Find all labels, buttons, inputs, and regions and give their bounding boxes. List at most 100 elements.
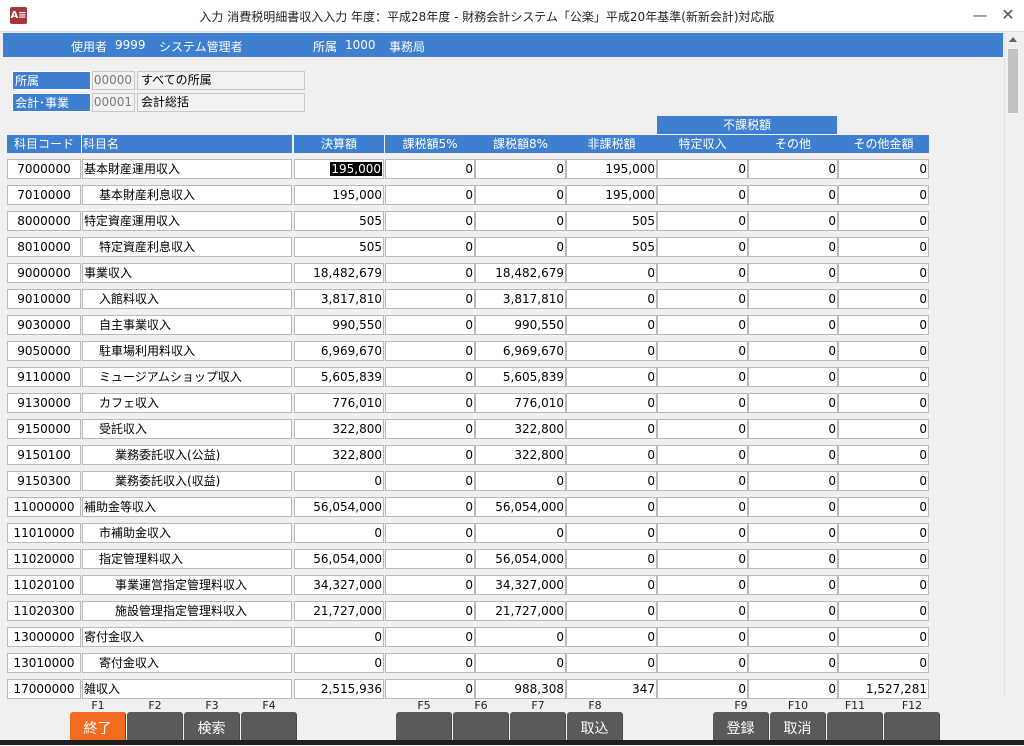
- cell-tax8[interactable]: 776,010: [475, 393, 566, 413]
- cell-tax5[interactable]: 0: [385, 367, 475, 387]
- cell-nontax[interactable]: 0: [566, 575, 657, 595]
- cell-tax8[interactable]: 21,727,000: [475, 601, 566, 621]
- cell-nontax[interactable]: 0: [566, 471, 657, 491]
- cell-specified-income[interactable]: 0: [657, 211, 748, 231]
- cell-specified-income[interactable]: 0: [657, 393, 748, 413]
- cell-other-amount[interactable]: 0: [838, 237, 929, 257]
- cell-nontax[interactable]: 0: [566, 601, 657, 621]
- cell-code[interactable]: 11010000: [7, 523, 81, 543]
- cell-nontax[interactable]: 0: [566, 653, 657, 673]
- cell-code[interactable]: 8010000: [7, 237, 81, 257]
- cell-name[interactable]: 業務委託収入(収益): [82, 471, 292, 491]
- cell-code[interactable]: 11020300: [7, 601, 81, 621]
- cell-specified-income[interactable]: 0: [657, 601, 748, 621]
- cell-tax8[interactable]: 0: [475, 471, 566, 491]
- cell-tax8[interactable]: 0: [475, 627, 566, 647]
- cell-tax8[interactable]: 0: [475, 653, 566, 673]
- cell-settlement[interactable]: 505: [294, 237, 384, 257]
- cell-nontax[interactable]: 0: [566, 445, 657, 465]
- cell-tax8[interactable]: 6,969,670: [475, 341, 566, 361]
- cell-other[interactable]: 0: [748, 601, 838, 621]
- filter-dept-code-input[interactable]: 00000: [92, 71, 135, 90]
- cell-settlement[interactable]: 18,482,679: [294, 263, 384, 283]
- cell-nontax[interactable]: 0: [566, 523, 657, 543]
- cell-code[interactable]: 11020000: [7, 549, 81, 569]
- cell-name[interactable]: 事業収入: [82, 263, 292, 283]
- cell-tax5[interactable]: 0: [385, 575, 475, 595]
- cell-specified-income[interactable]: 0: [657, 523, 748, 543]
- cell-name[interactable]: 基本財産運用収入: [82, 159, 292, 179]
- cell-specified-income[interactable]: 0: [657, 185, 748, 205]
- cell-tax8[interactable]: 5,605,839: [475, 367, 566, 387]
- cell-other[interactable]: 0: [748, 627, 838, 647]
- cell-settlement[interactable]: 3,817,810: [294, 289, 384, 309]
- cell-other[interactable]: 0: [748, 679, 838, 699]
- cell-other-amount[interactable]: 1,527,281: [838, 679, 929, 699]
- cell-specified-income[interactable]: 0: [657, 341, 748, 361]
- cell-settlement[interactable]: 56,054,000: [294, 497, 384, 517]
- cell-other[interactable]: 0: [748, 419, 838, 439]
- cell-tax8[interactable]: 18,482,679: [475, 263, 566, 283]
- cell-nontax[interactable]: 0: [566, 341, 657, 361]
- cell-name[interactable]: カフェ収入: [82, 393, 292, 413]
- cell-nontax[interactable]: 195,000: [566, 159, 657, 179]
- cell-other-amount[interactable]: 0: [838, 523, 929, 543]
- cell-other[interactable]: 0: [748, 237, 838, 257]
- cell-settlement[interactable]: 776,010: [294, 393, 384, 413]
- cell-other[interactable]: 0: [748, 159, 838, 179]
- vertical-scrollbar[interactable]: [1004, 33, 1021, 696]
- cell-tax5[interactable]: 0: [385, 471, 475, 491]
- cell-tax5[interactable]: 0: [385, 393, 475, 413]
- cell-other-amount[interactable]: 0: [838, 419, 929, 439]
- cell-other[interactable]: 0: [748, 523, 838, 543]
- cell-other-amount[interactable]: 0: [838, 445, 929, 465]
- cell-code[interactable]: 7000000: [7, 159, 81, 179]
- cell-tax5[interactable]: 0: [385, 289, 475, 309]
- cell-name[interactable]: 特定資産運用収入: [82, 211, 292, 231]
- cell-tax5[interactable]: 0: [385, 237, 475, 257]
- cell-settlement[interactable]: 195,000: [294, 185, 384, 205]
- cell-tax8[interactable]: 0: [475, 237, 566, 257]
- cell-tax5[interactable]: 0: [385, 445, 475, 465]
- cell-nontax[interactable]: 0: [566, 549, 657, 569]
- cell-tax8[interactable]: 56,054,000: [475, 549, 566, 569]
- cell-settlement[interactable]: 505: [294, 211, 384, 231]
- cell-tax5[interactable]: 0: [385, 263, 475, 283]
- cell-other[interactable]: 0: [748, 341, 838, 361]
- cell-name[interactable]: 事業運営指定管理料収入: [82, 575, 292, 595]
- cell-tax8[interactable]: 322,800: [475, 445, 566, 465]
- cell-other-amount[interactable]: 0: [838, 289, 929, 309]
- cell-other-amount[interactable]: 0: [838, 627, 929, 647]
- cell-code[interactable]: 11020100: [7, 575, 81, 595]
- cell-other-amount[interactable]: 0: [838, 159, 929, 179]
- cell-tax8[interactable]: 0: [475, 523, 566, 543]
- cell-tax8[interactable]: 988,308: [475, 679, 566, 699]
- cell-other[interactable]: 0: [748, 445, 838, 465]
- cell-tax5[interactable]: 0: [385, 185, 475, 205]
- cell-settlement[interactable]: 6,969,670: [294, 341, 384, 361]
- cell-name[interactable]: 寄付金収入: [82, 653, 292, 673]
- cell-name[interactable]: 入館料収入: [82, 289, 292, 309]
- cell-tax8[interactable]: 34,327,000: [475, 575, 566, 595]
- cell-nontax[interactable]: 347: [566, 679, 657, 699]
- cell-name[interactable]: 基本財産利息収入: [82, 185, 292, 205]
- cell-other[interactable]: 0: [748, 367, 838, 387]
- cell-tax5[interactable]: 0: [385, 419, 475, 439]
- cell-code[interactable]: 13010000: [7, 653, 81, 673]
- cell-name[interactable]: 補助金等収入: [82, 497, 292, 517]
- cell-tax5[interactable]: 0: [385, 627, 475, 647]
- scroll-thumb[interactable]: [1008, 49, 1018, 113]
- cell-tax8[interactable]: 0: [475, 185, 566, 205]
- cell-code[interactable]: 13000000: [7, 627, 81, 647]
- cell-name[interactable]: 指定管理料収入: [82, 549, 292, 569]
- cell-settlement[interactable]: 322,800: [294, 445, 384, 465]
- cell-code[interactable]: 17000000: [7, 679, 81, 699]
- cell-other-amount[interactable]: 0: [838, 575, 929, 595]
- cell-code[interactable]: 7010000: [7, 185, 81, 205]
- scroll-up-arrow-icon[interactable]: [1009, 37, 1017, 42]
- cell-settlement[interactable]: 21,727,000: [294, 601, 384, 621]
- cell-tax8[interactable]: 3,817,810: [475, 289, 566, 309]
- cell-code[interactable]: 11000000: [7, 497, 81, 517]
- cell-name[interactable]: 市補助金収入: [82, 523, 292, 543]
- cell-other-amount[interactable]: 0: [838, 471, 929, 491]
